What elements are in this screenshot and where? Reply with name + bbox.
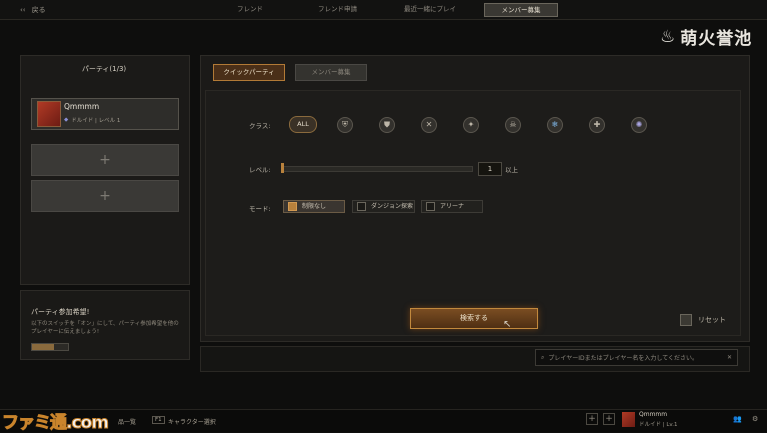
footer-item-list[interactable]: 品一覧 (118, 417, 136, 426)
flame-logo-icon: ♨ (660, 26, 677, 47)
mode-option-label: ダンジョン探索 (371, 203, 414, 210)
logo-text: 萌火誉池 (680, 29, 753, 49)
druid-icon[interactable]: ⛊ (379, 117, 395, 133)
mode-label: モード: (249, 205, 271, 213)
add-member-plus-icon: + (99, 152, 111, 168)
frost-icon[interactable]: ❄ (547, 117, 563, 133)
player-id-search-placeholder: プレイヤーIDまたはプレイヤー名を入力してください。 (548, 355, 699, 362)
top-nav-bar (0, 0, 767, 20)
reset-label: リセット (698, 316, 726, 324)
add-member-plus-icon: + (99, 188, 111, 204)
profile-name: Qmmmm (639, 411, 668, 418)
social-icon[interactable]: 👥 (733, 415, 742, 423)
tab-quick-party[interactable]: クイックパーティ (213, 64, 285, 81)
back-button[interactable]: ‹‹ 戻る (20, 5, 46, 15)
mode-option-unrestricted[interactable]: 制限なし (283, 200, 345, 213)
empty-party-slot[interactable]: + (31, 144, 179, 176)
member-class-level-text: ドルイド | レベル 1 (71, 118, 121, 124)
level-input[interactable]: 1 (478, 162, 502, 176)
character-select-link[interactable]: キャラクター選択 (168, 417, 216, 426)
level-suffix: 以上 (505, 166, 518, 174)
empty-party-slot[interactable]: + (31, 180, 179, 212)
level-slider[interactable] (281, 166, 473, 172)
class-label: クラス: (249, 122, 271, 130)
profile-avatar[interactable] (622, 412, 635, 427)
add-friend-plus-icon[interactable]: + (586, 413, 598, 425)
member-name: Qmmmm (64, 102, 100, 111)
search-icon: ⌕ (541, 353, 545, 361)
back-arrow-icon: ‹‹ (20, 6, 26, 14)
mode-option-label: アリーナ (440, 203, 465, 210)
mode-option-dungeon[interactable]: ダンジョン探索 (352, 200, 415, 213)
watermark-logo: ファミ通.com (2, 408, 110, 433)
barbarian-icon[interactable]: ⛨ (337, 117, 353, 133)
recruit-toggle-knob (32, 344, 54, 350)
settings-gear-icon[interactable]: ⚙ (752, 415, 758, 423)
reset-button[interactable]: リセット (680, 314, 726, 326)
mode-option-label: 制限なし (302, 203, 327, 210)
back-label: 戻る (31, 6, 46, 14)
recruit-hint-text: 以下のスイッチを「オン」にして、パーティ参加希望を他のプレイヤーに伝えましょう! (31, 321, 179, 335)
add-party-plus-icon[interactable]: + (603, 413, 615, 425)
f1-key-hint: F1 (152, 416, 165, 424)
tab-friend-requests[interactable]: フレンド申請 (310, 3, 365, 15)
recruit-toggle[interactable] (31, 343, 69, 351)
level-label: レベル: (249, 166, 271, 174)
necromancer-icon[interactable]: ☠ (505, 117, 521, 133)
mode-checkbox (357, 202, 366, 211)
rogue-icon[interactable]: ✕ (421, 117, 437, 133)
watermark-text: ファミ通.com (2, 413, 110, 433)
party-title: パーティ(1/3) (81, 65, 127, 73)
reset-icon (680, 314, 692, 326)
level-slider-handle[interactable] (281, 163, 284, 173)
class-all-button[interactable]: ALL (289, 116, 317, 133)
recruit-hint-title: パーティ参加希望! (31, 308, 90, 316)
site-logo: ♨ 萌火誉池 (660, 24, 753, 50)
spiritborn-icon[interactable]: ✺ (631, 117, 647, 133)
druid-class-icon: ◆ (64, 117, 69, 123)
mode-checkbox (288, 202, 297, 211)
paladin-icon[interactable]: ✚ (589, 117, 605, 133)
tab-member-recruit-sub[interactable]: メンバー募集 (295, 64, 367, 81)
tab-recently-played[interactable]: 最近一緒にプレイ (395, 3, 465, 15)
sorcerer-icon[interactable]: ✦ (463, 117, 479, 133)
tab-member-recruit[interactable]: メンバー募集 (484, 3, 558, 17)
mode-checkbox (426, 202, 435, 211)
profile-class: ドルイド | Lv.1 (639, 422, 678, 428)
tab-friends[interactable]: フレンド (230, 3, 270, 15)
mode-option-arena[interactable]: アリーナ (421, 200, 483, 213)
member-avatar (37, 101, 61, 127)
clear-search-icon[interactable]: ✕ (727, 354, 732, 361)
player-id-search-input[interactable]: ⌕ プレイヤーIDまたはプレイヤー名を入力してください。 ✕ (535, 349, 738, 366)
member-class-level: ◆ ドルイド | レベル 1 (64, 116, 120, 124)
search-button[interactable]: 検索する (410, 308, 538, 329)
mouse-cursor-icon: ↖ (503, 319, 512, 330)
